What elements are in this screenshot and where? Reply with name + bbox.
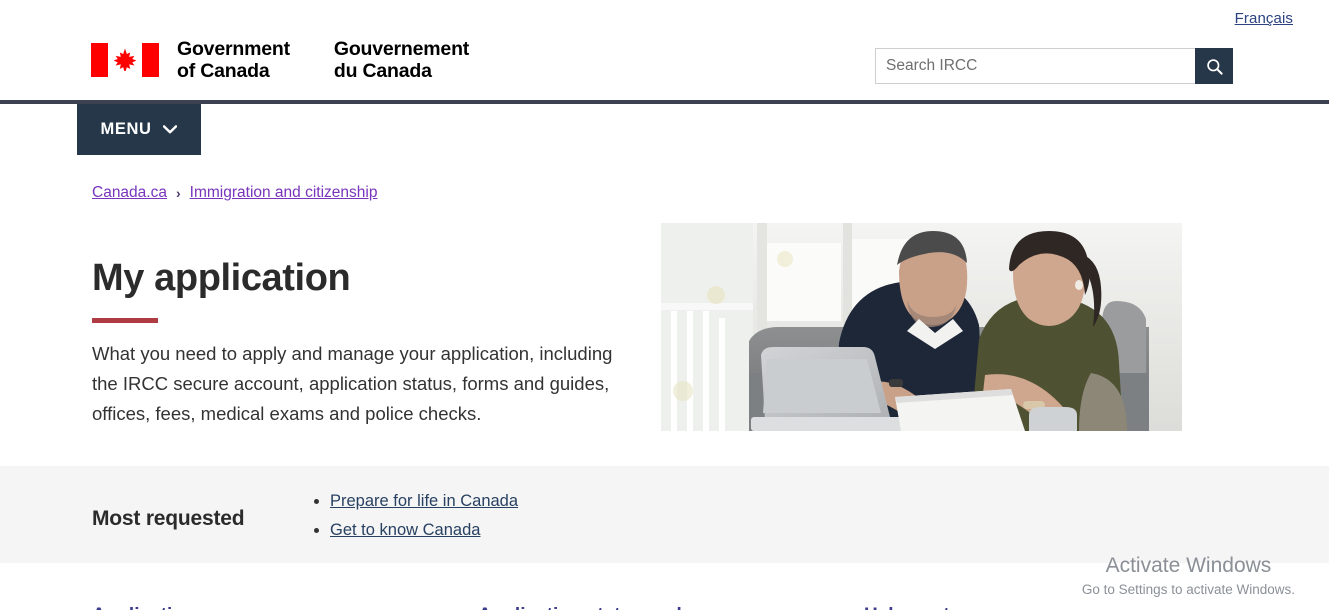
search-icon [1206,58,1223,75]
breadcrumb-item-canada-ca[interactable]: Canada.ca [92,184,167,202]
most-requested-link-prepare-for-life-in-canada[interactable]: Prepare for life in Canada [330,492,518,510]
wordmark-fr-line2: du Canada [333,60,432,83]
wordmark-english: Government of Canada [177,38,290,83]
hero-image [661,223,1182,431]
most-requested-section: Most requested Prepare for life in Canad… [0,466,1329,563]
most-requested-list: Prepare for life in Canada Get to know C… [304,488,518,549]
search-input[interactable] [875,48,1195,84]
wordmark-en-line2: of Canada [177,60,270,83]
most-requested-heading: Most requested [92,507,245,531]
wordmark-french: Gouvernement du Canada [334,38,469,83]
canada-flag-icon [91,43,159,78]
below-fold-section-headings: Application Application status and Help … [0,563,1329,610]
below-fold-column-2[interactable]: Application status and [478,605,864,610]
below-fold-column-1[interactable]: Application [92,605,478,610]
language-toggle-link[interactable]: Français [1235,10,1293,27]
below-fold-columns: Application Application status and Help … [92,605,1252,610]
flag-right-bar [142,43,159,78]
maple-leaf-icon [113,48,137,72]
breadcrumb-item-immigration-and-citizenship[interactable]: Immigration and citizenship [190,184,378,202]
intro-paragraph: What you need to apply and manage your a… [92,342,613,424]
main-content: My application What you need to apply an… [0,218,1329,466]
page-root: Français Government of Canada Gouverneme… [0,0,1329,610]
search-button[interactable] [1195,48,1233,84]
intro-text-column: My application What you need to apply an… [92,218,652,466]
list-item: Get to know Canada [330,517,518,544]
government-of-canada-signature[interactable]: Government of Canada Gouvernement du Can… [91,38,469,83]
breadcrumb: Canada.ca › Immigration and citizenship [92,184,377,202]
page-title: My application [92,257,351,299]
menu-button-label: MENU [100,120,152,138]
wordmark-en-line1: Government [177,38,290,60]
most-requested-inner: Most requested Prepare for life in Canad… [0,466,1329,549]
chevron-down-icon [163,125,178,134]
breadcrumb-separator-icon: › [175,185,181,201]
title-accent-rule [92,317,158,323]
menu-button[interactable]: MENU [77,104,201,155]
language-toggle-bar: Français [1235,10,1293,28]
list-item: Prepare for life in Canada [330,488,518,515]
wordmark: Government of Canada Gouvernement du Can… [177,38,469,83]
site-header: Français Government of Canada Gouverneme… [0,0,1329,100]
main-nav-bar: MENU [0,104,1329,162]
site-search [875,48,1233,84]
most-requested-link-get-to-know-canada[interactable]: Get to know Canada [330,521,480,539]
intro-section: My application What you need to apply an… [0,218,1329,466]
wordmark-fr-line1: Gouvernement [333,38,470,60]
below-fold-column-3[interactable]: Help centre [864,605,1250,610]
flag-left-bar [91,43,108,78]
